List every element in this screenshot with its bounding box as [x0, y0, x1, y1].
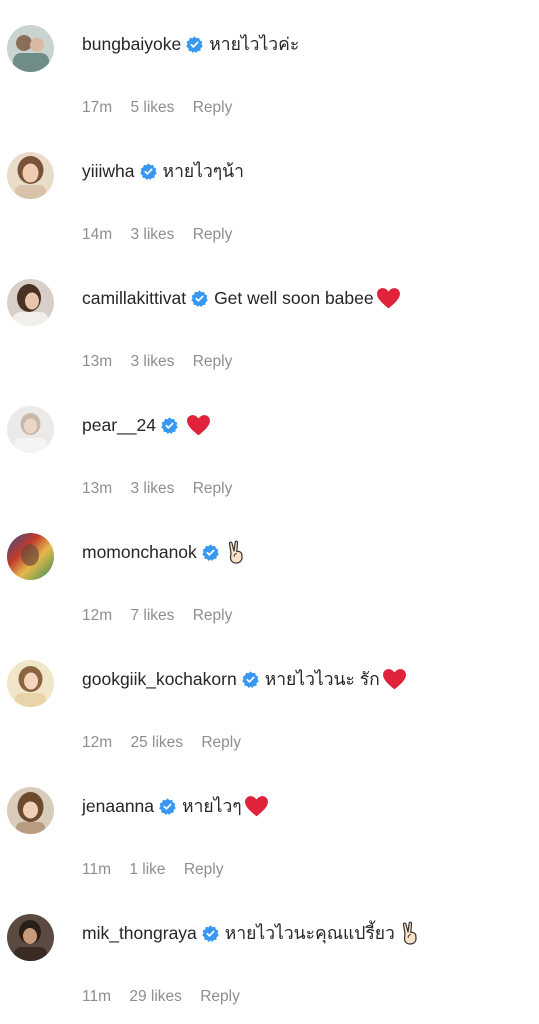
reply-button[interactable]: Reply	[193, 480, 233, 497]
comment-meta: 11m 1 like Reply	[82, 860, 237, 880]
comment-line: jenaanna หายไวๆ	[82, 794, 269, 818]
comment-item: momonchanok 12m 7 likes Reply	[0, 532, 539, 642]
verified-badge-icon	[186, 35, 203, 53]
comment-text: หายไวไวนะ รัก	[264, 669, 380, 689]
heart-icon	[187, 415, 210, 436]
comment-text: หายไวไวค่ะ	[209, 34, 300, 54]
comment-time: 13m	[82, 353, 113, 370]
username-link[interactable]: yiiiwha	[82, 159, 135, 183]
comment-time: 13m	[82, 480, 113, 497]
comment-item: pear__24 13m 3 likes Reply	[0, 405, 539, 515]
likes-count-link[interactable]: 25 likes	[130, 734, 183, 751]
reply-button[interactable]: Reply	[201, 734, 241, 751]
username-link[interactable]: jenaanna	[82, 794, 154, 818]
comment-line: yiiiwha หายไวๆน้า	[82, 159, 244, 183]
comment-time: 11m	[82, 861, 112, 878]
avatar[interactable]	[7, 406, 54, 453]
avatar[interactable]	[7, 660, 54, 707]
comment-line: pear__24	[82, 413, 211, 437]
comment-text: หายไวไวนะคุณแปรี้ยว	[224, 923, 395, 943]
comment-text: หายไวๆน้า	[162, 161, 244, 181]
comment-time: 11m	[82, 988, 112, 1005]
comment-item: gookgiik_kochakorn หายไวไวนะ รัก 12m 25 …	[0, 659, 539, 769]
comment-meta: 13m 3 likes Reply	[82, 352, 246, 372]
reply-button[interactable]: Reply	[193, 226, 233, 243]
comment-line: bungbaiyoke หายไวไวค่ะ	[82, 32, 299, 56]
comment-meta: 14m 3 likes Reply	[82, 225, 246, 245]
comment-meta: 11m 29 likes Reply	[82, 987, 254, 1007]
verified-badge-icon	[191, 289, 208, 307]
comment-item: yiiiwha หายไวๆน้า 14m 3 likes Reply	[0, 151, 539, 261]
avatar[interactable]	[7, 787, 54, 834]
username-link[interactable]: bungbaiyoke	[82, 32, 181, 56]
avatar[interactable]	[7, 279, 54, 326]
username-link[interactable]: camillakittivat	[82, 286, 186, 310]
victory-hand-icon	[228, 540, 243, 564]
comment-item: jenaanna หายไวๆ 11m 1 like Reply	[0, 786, 539, 896]
likes-count-link[interactable]: 1 like	[129, 861, 165, 878]
comment-line: gookgiik_kochakorn หายไวไวนะ รัก	[82, 667, 407, 691]
comment-time: 12m	[82, 607, 113, 624]
reply-button[interactable]: Reply	[193, 607, 233, 624]
reply-button[interactable]: Reply	[193, 353, 233, 370]
comment-item: mik_thongraya หายไวไวนะคุณแปรี้ยว 11m 29…	[0, 913, 539, 1023]
comment-item: bungbaiyoke หายไวไวค่ะ 17m 5 likes Reply	[0, 24, 539, 134]
username-link[interactable]: gookgiik_kochakorn	[82, 667, 237, 691]
verified-badge-icon	[161, 416, 178, 434]
verified-badge-icon	[159, 797, 176, 815]
comment-time: 14m	[82, 226, 113, 243]
comment-time: 12m	[82, 734, 113, 751]
comment-line: mik_thongraya หายไวไวนะคุณแปรี้ยว	[82, 921, 419, 945]
comment-meta: 12m 25 likes Reply	[82, 733, 255, 753]
comment-list: bungbaiyoke หายไวไวค่ะ 17m 5 likes Reply…	[0, 0, 539, 1024]
likes-count-link[interactable]: 3 likes	[130, 353, 174, 370]
reply-button[interactable]: Reply	[193, 99, 233, 116]
reply-button[interactable]: Reply	[200, 988, 240, 1005]
heart-icon	[376, 288, 400, 309]
comment-item: camillakittivat Get well soon babee 13m …	[0, 278, 539, 388]
avatar[interactable]	[7, 25, 54, 72]
victory-hand-icon	[402, 921, 417, 945]
comment-meta: 12m 7 likes Reply	[82, 606, 246, 626]
comment-meta: 17m 5 likes Reply	[82, 98, 246, 118]
comment-meta: 13m 3 likes Reply	[82, 479, 246, 499]
avatar[interactable]	[7, 152, 54, 199]
likes-count-link[interactable]: 5 likes	[130, 99, 174, 116]
comment-time: 17m	[82, 99, 113, 116]
username-link[interactable]: momonchanok	[82, 540, 197, 564]
heart-icon	[382, 669, 406, 690]
avatar[interactable]	[7, 914, 54, 961]
likes-count-link[interactable]: 7 likes	[130, 607, 174, 624]
likes-count-link[interactable]: 3 likes	[130, 226, 174, 243]
verified-badge-icon	[202, 924, 219, 942]
comment-line: momonchanok	[82, 540, 245, 564]
comment-line: camillakittivat Get well soon babee	[82, 286, 401, 310]
likes-count-link[interactable]: 3 likes	[130, 480, 174, 497]
username-link[interactable]: pear__24	[82, 413, 156, 437]
likes-count-link[interactable]: 29 likes	[129, 988, 182, 1005]
comment-text: หายไวๆ	[182, 796, 242, 816]
verified-badge-icon	[202, 543, 219, 561]
verified-badge-icon	[241, 670, 259, 688]
heart-icon	[244, 796, 268, 817]
verified-badge-icon	[139, 162, 157, 180]
reply-button[interactable]: Reply	[184, 861, 224, 878]
username-link[interactable]: mik_thongraya	[82, 921, 197, 945]
avatar[interactable]	[7, 533, 54, 580]
comment-text: Get well soon babee	[214, 288, 374, 308]
